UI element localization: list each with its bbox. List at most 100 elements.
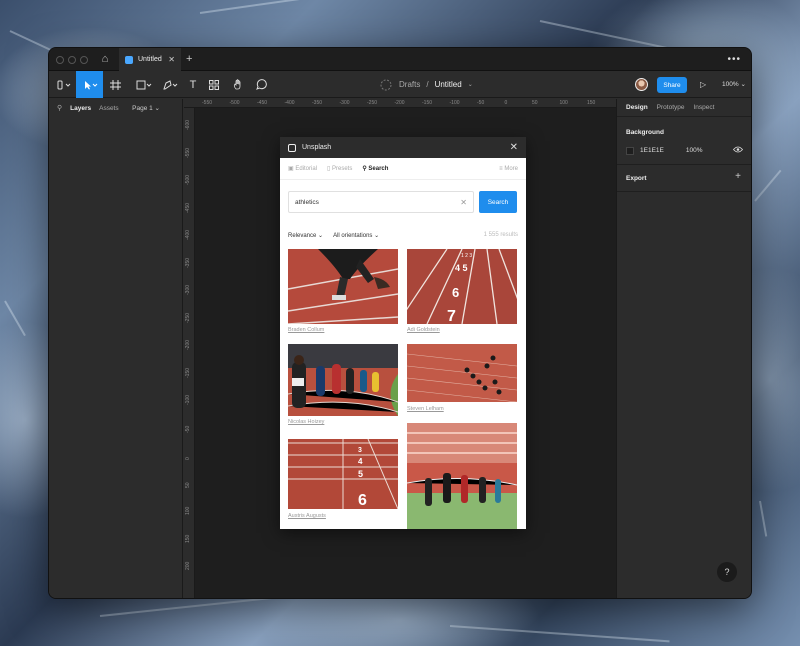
frame-tool-icon[interactable]	[107, 71, 129, 98]
search-icon: ⚲	[362, 166, 367, 172]
ruler-tick-label: -300	[339, 100, 350, 106]
tab-prototype[interactable]: Prototype	[657, 104, 685, 111]
ruler-tick-label: -250	[367, 100, 378, 106]
search-icon[interactable]: ⚲	[57, 104, 62, 112]
unsplash-logo-icon	[288, 143, 296, 152]
photo-sprinter-start[interactable]	[288, 249, 398, 324]
add-export-icon[interactable]: +	[735, 171, 741, 182]
share-button[interactable]: Share	[657, 77, 687, 93]
present-play-icon[interactable]: ▷	[700, 71, 706, 98]
nav-search[interactable]: ⚲ Search	[362, 165, 388, 172]
ruler-tick-label: -550	[185, 147, 191, 158]
resources-icon[interactable]	[205, 71, 223, 98]
svg-text:6: 6	[358, 492, 367, 509]
ruler-tick-label: 100	[185, 506, 191, 515]
color-swatch[interactable]	[626, 146, 634, 155]
background-hex[interactable]: 1E1E1E	[640, 147, 664, 154]
plugin-nav: ▣ Editorial ▯ Presets ⚲ Search ≡ More	[280, 158, 526, 180]
credit-link[interactable]: Nicolas Hoizey	[288, 419, 324, 425]
file-name[interactable]: Untitled	[435, 80, 462, 89]
ruler-tick-label: -150	[185, 367, 191, 378]
photo-lane-six[interactable]: 3 4 5 6	[288, 439, 398, 509]
ruler-tick-label: -450	[257, 100, 268, 106]
page-selector[interactable]: Page 1 ⌄	[132, 104, 160, 112]
ruler-tick-label: -150	[422, 100, 433, 106]
background-fill-row[interactable]: 1E1E1E 100%	[626, 146, 744, 155]
ruler-tick-label: 100	[559, 100, 568, 106]
nav-editorial-label: Editorial	[295, 166, 318, 172]
credit-link[interactable]: Austris Augusts	[288, 513, 326, 519]
svg-text:4: 4	[358, 457, 363, 466]
tab-untitled[interactable]: Untitled ✕	[119, 48, 181, 71]
move-tool-icon[interactable]	[76, 71, 103, 98]
tab-assets[interactable]: Assets	[99, 105, 119, 112]
nav-search-label: Search	[368, 166, 389, 172]
tab-title: Untitled	[138, 56, 162, 63]
close-icon[interactable]: ✕	[510, 142, 518, 153]
text-tool-icon[interactable]: T	[185, 71, 201, 98]
nav-presets[interactable]: ▯ Presets	[327, 165, 352, 172]
shape-tool-icon[interactable]	[133, 71, 155, 98]
close-window-button[interactable]	[56, 56, 64, 64]
layers-panel-header: ⚲ Layers Assets Page 1 ⌄	[49, 99, 182, 117]
photo-stadium-race[interactable]	[407, 423, 517, 529]
chevron-down-icon: ⌄	[154, 105, 160, 112]
avatar[interactable]	[635, 78, 648, 91]
search-button[interactable]: Search	[479, 191, 517, 213]
more-menu-icon[interactable]: •••	[727, 48, 741, 71]
main-menu-icon[interactable]	[53, 71, 75, 98]
ruler-tick-label: -50	[477, 100, 485, 106]
photo-lane-numbers[interactable]: 1 2 3 4 5 6 7	[407, 249, 517, 324]
comment-tool-icon[interactable]	[251, 71, 271, 98]
close-tab-icon[interactable]: ✕	[168, 55, 175, 64]
ruler-tick-label: -100	[449, 100, 460, 106]
ruler-tick-label: -500	[229, 100, 240, 106]
breadcrumb-separator: /	[426, 80, 429, 89]
photo-aerial-runners[interactable]	[407, 344, 517, 402]
tab-design[interactable]: Design	[626, 104, 648, 111]
hand-tool-icon[interactable]	[229, 71, 247, 98]
orientation-value: All orientations	[333, 233, 373, 239]
toolbar: T Drafts / Untitled ⌄ Share ▷ 100% ⌄	[49, 71, 751, 98]
ruler-tick-label: -500	[185, 174, 191, 185]
figma-file-icon	[125, 55, 133, 64]
figma-window: ⌂ Untitled ✕ + ••• T Drafts / Untitled ⌄…	[48, 47, 752, 599]
zoom-dropdown[interactable]: 100% ⌄	[722, 71, 746, 98]
credit-link[interactable]: Steven Lelham	[407, 406, 444, 412]
background-section-title: Background	[626, 129, 664, 136]
tab-inspect[interactable]: Inspect	[694, 104, 715, 111]
ruler-tick-label: -400	[185, 229, 191, 240]
breadcrumb-drafts[interactable]: Drafts	[399, 80, 420, 89]
background-opacity[interactable]: 100%	[686, 147, 703, 154]
minimize-window-button[interactable]	[68, 56, 76, 64]
ruler-tick-label: -600	[185, 119, 191, 130]
credit-link[interactable]: Adi Goldstein	[407, 327, 440, 333]
tab-layers[interactable]: Layers	[70, 105, 91, 112]
credit-link[interactable]: Braden Collum	[288, 327, 324, 333]
nav-more[interactable]: ≡ More	[499, 166, 518, 172]
orientation-dropdown[interactable]: All orientations ⌄	[333, 232, 379, 239]
ruler-tick-label: -300	[185, 284, 191, 295]
search-input[interactable]: athletics ✕	[288, 191, 474, 213]
unsplash-plugin-window: Unsplash ✕ ▣ Editorial ▯ Presets ⚲ Searc…	[280, 137, 526, 529]
home-icon[interactable]: ⌂	[93, 48, 117, 71]
plugin-title: Unsplash	[302, 144, 332, 151]
pen-tool-icon[interactable]	[159, 71, 181, 98]
svg-text:4 5: 4 5	[455, 263, 468, 273]
ruler-tick-label: 50	[532, 100, 538, 106]
photo-womens-race[interactable]	[288, 344, 398, 416]
ruler-tick-label: 150	[185, 534, 191, 543]
title-bar: ⌂ Untitled ✕ + •••	[49, 48, 751, 71]
maximize-window-button[interactable]	[80, 56, 88, 64]
ruler-tick-label: -450	[185, 202, 191, 213]
divider	[617, 191, 751, 192]
nav-editorial[interactable]: ▣ Editorial	[288, 165, 317, 172]
eye-icon[interactable]	[732, 146, 744, 155]
new-tab-icon[interactable]: +	[186, 48, 192, 71]
sort-dropdown[interactable]: Relevance ⌄	[288, 232, 323, 239]
results-count: 1 555 results	[483, 232, 518, 238]
chevron-down-icon[interactable]: ⌄	[468, 81, 473, 88]
help-button[interactable]: ?	[717, 562, 737, 582]
ruler-tick-label: -350	[185, 257, 191, 268]
clear-search-icon[interactable]: ✕	[460, 198, 467, 207]
